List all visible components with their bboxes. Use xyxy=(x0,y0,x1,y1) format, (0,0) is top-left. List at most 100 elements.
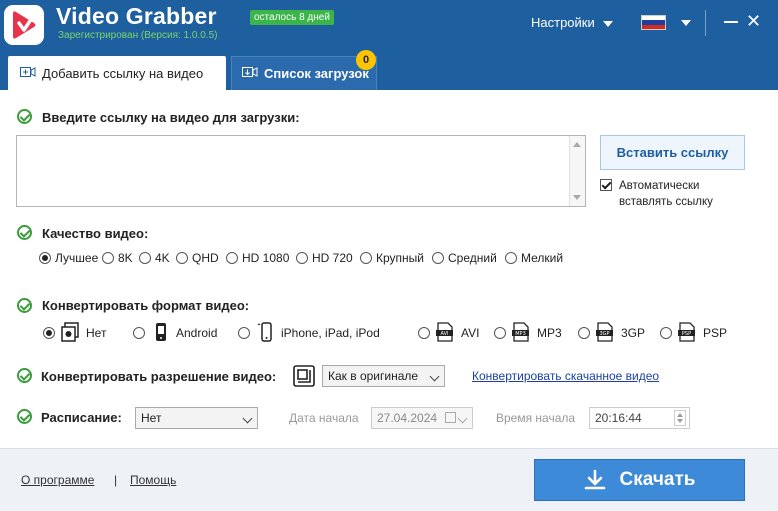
quality-option-label: Мелкий xyxy=(521,251,564,265)
format-option-label: PSP xyxy=(703,326,728,340)
3gp-file-icon: 3GP xyxy=(596,322,613,342)
check-circle-icon xyxy=(17,368,32,383)
chevron-down-icon xyxy=(602,20,613,27)
quality-option-label: QHD xyxy=(192,251,219,265)
version-text: Зарегистрирован (Версия: 1.0.0.5) xyxy=(58,30,218,41)
convert-downloaded-link[interactable]: Конвертировать скачанное видео xyxy=(472,369,659,383)
schedule-select-value: Нет xyxy=(141,411,162,425)
check-circle-icon xyxy=(17,109,32,124)
trial-badge: осталось 8 дней xyxy=(250,10,334,25)
svg-text:3GP: 3GP xyxy=(599,331,609,337)
format-radio-3gp[interactable] xyxy=(578,327,590,339)
schedule-select[interactable]: Нет xyxy=(135,407,258,429)
format-radio-none[interactable] xyxy=(43,327,55,339)
resolution-label: Конвертировать разрешение видео: xyxy=(41,369,277,384)
quality-label: Качество видео: xyxy=(42,226,149,241)
quality-option-label: 4K xyxy=(155,251,170,265)
time-spinner-icon[interactable] xyxy=(674,410,686,426)
calendar-icon xyxy=(445,412,456,423)
chevron-down-icon xyxy=(242,413,253,424)
check-circle-icon xyxy=(17,225,32,240)
svg-text:AVI: AVI xyxy=(441,331,449,337)
quality-radio-4k[interactable] xyxy=(139,252,151,264)
main-panel: Введите ссылку на видео для загрузки: Вс… xyxy=(0,90,778,448)
mp3-file-icon: MP3 xyxy=(512,322,529,342)
download-list-icon xyxy=(242,66,258,81)
quality-option-label: HD 720 xyxy=(312,251,353,265)
psp-file-icon: PSP xyxy=(678,322,695,342)
no-convert-icon xyxy=(61,322,79,342)
start-time-value: 20:16:44 xyxy=(595,411,642,425)
tab-download-list-label: Список загрузок xyxy=(264,66,369,81)
quality-radio-qhd[interactable] xyxy=(176,252,188,264)
chevron-down-icon xyxy=(429,371,440,382)
format-option-label: AVI xyxy=(461,326,480,340)
quality-radio-medium[interactable] xyxy=(432,252,444,264)
android-icon xyxy=(156,323,166,341)
format-radio-iphone[interactable] xyxy=(238,327,250,339)
close-icon[interactable]: ✕ xyxy=(746,12,761,30)
quality-radio-small[interactable] xyxy=(505,252,517,264)
footer-separator: | xyxy=(114,473,118,487)
format-radio-mp3[interactable] xyxy=(494,327,506,339)
quality-radio-large[interactable] xyxy=(360,252,372,264)
resolution-select-value: Как в оригинале xyxy=(328,369,419,383)
url-label: Введите ссылку на видео для загрузки: xyxy=(42,110,300,125)
url-input-scrollbar[interactable] xyxy=(569,136,585,206)
chevron-down-icon xyxy=(457,413,468,424)
minimize-icon[interactable] xyxy=(724,21,738,23)
help-link[interactable]: Помощь xyxy=(130,473,176,487)
format-option-label: Android xyxy=(176,326,218,340)
quality-radio-hd1080[interactable] xyxy=(226,252,238,264)
start-time-label: Время начала xyxy=(496,411,576,425)
resolution-select[interactable]: Как в оригинале xyxy=(322,365,445,387)
about-link[interactable]: О программе xyxy=(21,473,94,487)
scroll-up-icon[interactable] xyxy=(573,142,581,147)
quality-option-label: Лучшее xyxy=(55,251,99,265)
add-video-icon xyxy=(20,66,36,81)
app-title: Video Grabber xyxy=(56,3,217,29)
format-option-label: Нет xyxy=(86,326,107,340)
header-divider xyxy=(705,10,706,36)
start-date-picker[interactable]: 27.04.2024 xyxy=(371,407,473,429)
format-radio-psp[interactable] xyxy=(660,327,672,339)
tab-add-link-label: Добавить ссылку на видео xyxy=(42,65,204,81)
format-option-label: iPhone, iPad, iPod xyxy=(281,326,380,340)
settings-menu[interactable]: Настройки xyxy=(531,15,613,30)
download-button-label: Скачать xyxy=(619,469,696,490)
paste-link-button[interactable]: Вставить ссылку xyxy=(600,135,745,170)
quality-option-label: Средний xyxy=(448,251,497,265)
start-time-input[interactable]: 20:16:44 xyxy=(589,407,690,429)
scroll-down-icon[interactable] xyxy=(573,195,581,200)
start-date-value: 27.04.2024 xyxy=(377,411,438,425)
download-icon xyxy=(584,469,605,490)
format-label: Конвертировать формат видео: xyxy=(42,298,250,313)
quality-option-label: HD 1080 xyxy=(242,251,290,265)
svg-text:PSP: PSP xyxy=(682,331,691,337)
language-flag-icon[interactable] xyxy=(641,15,666,30)
language-chevron-down-icon[interactable] xyxy=(681,20,691,26)
quality-radio-best[interactable] xyxy=(39,252,51,264)
download-button[interactable]: Скачать xyxy=(534,459,745,501)
svg-text:MP3: MP3 xyxy=(515,331,526,337)
footer: О программе | Помощь Скачать xyxy=(0,448,778,511)
start-date-label: Дата начала xyxy=(289,411,359,425)
download-count-badge: 0 xyxy=(356,50,376,70)
quality-radio-hd720[interactable] xyxy=(296,252,308,264)
auto-paste-label: Автоматически вставлять ссылку xyxy=(619,180,713,208)
auto-paste-checkbox[interactable] xyxy=(600,179,612,191)
format-radio-avi[interactable] xyxy=(418,327,430,339)
resolution-icon xyxy=(293,365,315,387)
url-input[interactable] xyxy=(16,135,586,207)
format-option-label: MP3 xyxy=(537,326,562,340)
quality-option-label: 8K xyxy=(118,251,133,265)
schedule-label: Расписание: xyxy=(41,410,122,425)
check-circle-icon xyxy=(17,298,32,313)
quality-radio-8k[interactable] xyxy=(102,252,114,264)
format-radio-android[interactable] xyxy=(133,327,145,339)
app-logo-icon xyxy=(4,5,44,45)
check-circle-icon xyxy=(17,409,32,424)
iphone-icon xyxy=(257,322,272,342)
tab-add-link[interactable]: Добавить ссылку на видео xyxy=(8,56,226,90)
format-option-label: 3GP xyxy=(621,326,646,340)
